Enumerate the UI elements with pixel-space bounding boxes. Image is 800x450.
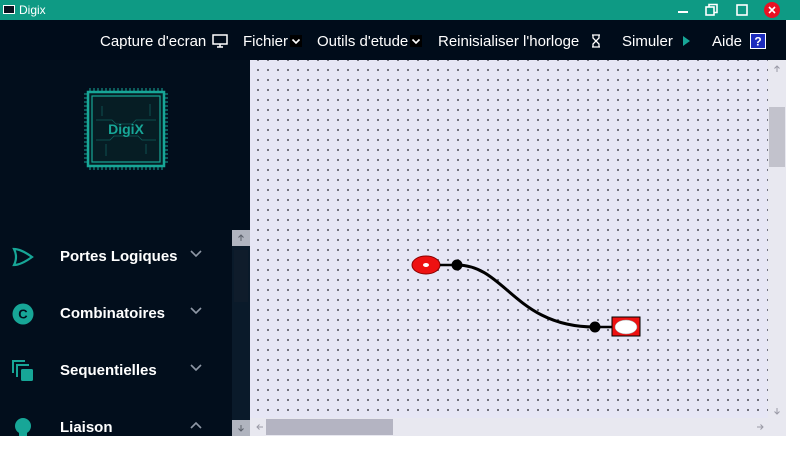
category-sequential[interactable]: Sequentielles	[0, 356, 232, 386]
lightbulb-icon	[10, 416, 36, 436]
hourglass-icon	[591, 34, 601, 48]
chevron-up-icon	[190, 421, 202, 429]
chevron-down-icon	[190, 250, 202, 258]
menu-file[interactable]: Fichier	[243, 32, 303, 50]
maximize-icon	[736, 4, 748, 16]
canvas-vertical-scrollbar[interactable]	[768, 60, 786, 420]
arrow-down-icon	[774, 408, 780, 415]
arrow-left-icon	[256, 424, 263, 430]
input-connector-dot[interactable]	[451, 259, 463, 271]
scroll-track[interactable]	[232, 246, 250, 420]
scroll-up-button[interactable]	[232, 230, 250, 246]
logic-gate-icon	[10, 245, 36, 269]
menu-simulate[interactable]: Simuler	[622, 32, 691, 50]
wire[interactable]	[456, 263, 596, 329]
svg-text:C: C	[18, 307, 28, 322]
menu-file-label: Fichier	[243, 32, 289, 50]
menu-help[interactable]: Aide ?	[712, 32, 767, 50]
chevron-down-icon	[190, 307, 202, 315]
sidebar-scrollbar[interactable]	[232, 230, 250, 436]
menu-simulate-label: Simuler	[622, 32, 673, 50]
scroll-down-button[interactable]	[232, 420, 250, 436]
window-edge	[786, 20, 800, 450]
svg-text:?: ?	[754, 35, 761, 49]
menu-reset-clock[interactable]: Reinisialiser l'horloge	[438, 32, 601, 50]
maximize-button[interactable]	[727, 0, 757, 20]
combinational-c-icon: C	[10, 302, 36, 326]
scroll-right-button[interactable]	[752, 418, 768, 436]
digix-logo: DigiX	[82, 86, 170, 172]
chevron-down-icon	[290, 35, 303, 47]
help-icon: ?	[750, 33, 767, 49]
close-icon	[764, 2, 780, 18]
scroll-thumb[interactable]	[234, 250, 248, 302]
menu-screenshot[interactable]: Capture d'ecran	[100, 32, 229, 50]
scroll-down-button[interactable]	[768, 402, 786, 420]
scroll-up-button[interactable]	[768, 60, 786, 78]
window-edge	[0, 436, 800, 450]
minimize-button[interactable]	[668, 0, 698, 20]
category-label: Portes Logiques	[60, 248, 178, 265]
window-title: Digix	[19, 3, 46, 17]
category-connection[interactable]: Liaison	[0, 413, 232, 436]
restore-icon	[705, 3, 718, 16]
arrow-down-icon	[238, 425, 244, 432]
arrow-up-icon	[238, 234, 244, 241]
restore-button[interactable]	[697, 0, 727, 20]
circuit-canvas[interactable]	[250, 60, 786, 436]
menu-help-label: Aide	[712, 32, 743, 50]
category-label: Combinatoires	[60, 305, 166, 322]
menu-reset-clock-label: Reinisialiser l'horloge	[438, 32, 580, 50]
sidebar: DigiX Portes Logiques C Combinatoires Se…	[0, 60, 250, 436]
canvas-horizontal-scrollbar[interactable]	[250, 418, 768, 436]
scroll-thumb[interactable]	[769, 107, 785, 167]
arrow-right-icon	[757, 424, 764, 430]
title-bar: Digix	[0, 0, 800, 20]
menu-study-tools-label: Outils d'etude	[317, 32, 409, 50]
close-button[interactable]	[757, 0, 787, 20]
play-icon	[682, 36, 691, 46]
menu-screenshot-label: Capture d'ecran	[100, 32, 207, 50]
stacked-squares-icon	[10, 359, 36, 383]
scroll-thumb[interactable]	[266, 419, 393, 435]
minimize-icon	[678, 10, 688, 13]
scrollbar-corner	[768, 420, 786, 436]
chevron-down-icon	[410, 35, 423, 47]
input-toggle[interactable]	[411, 255, 457, 275]
logo-text: DigiX	[108, 121, 144, 137]
category-label: Sequentielles	[60, 362, 157, 379]
arrow-up-icon	[774, 65, 780, 72]
menu-study-tools[interactable]: Outils d'etude	[317, 32, 423, 50]
chevron-down-icon	[190, 364, 202, 372]
output-led[interactable]	[595, 316, 641, 337]
category-logic-gates[interactable]: Portes Logiques	[0, 242, 232, 272]
category-combinational[interactable]: C Combinatoires	[0, 299, 232, 329]
menu-bar: Capture d'ecran Fichier Outils d'etude R…	[0, 20, 800, 60]
app-icon	[3, 5, 15, 14]
monitor-icon	[212, 34, 229, 48]
category-label: Liaison	[60, 419, 113, 436]
